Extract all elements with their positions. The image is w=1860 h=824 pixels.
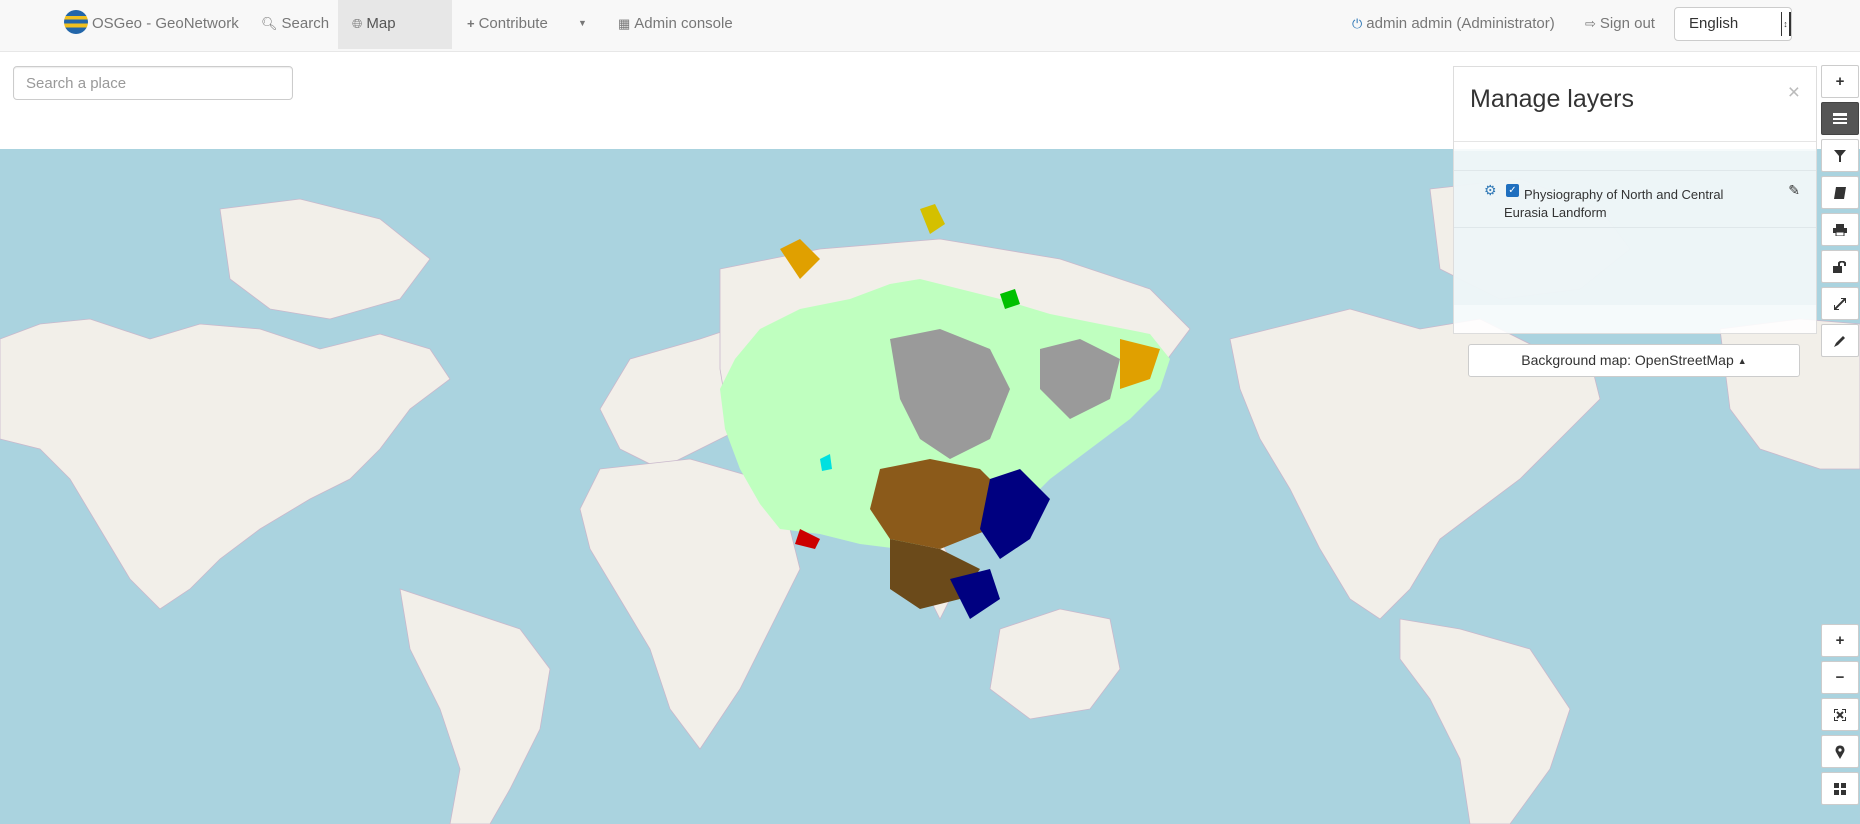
nav-contribute[interactable]: + Contribute <box>467 0 548 49</box>
grid-icon: ▦ <box>618 16 631 31</box>
user-label: admin admin (Administrator) <box>1366 15 1555 32</box>
layers-icon <box>1833 113 1847 125</box>
nav-admin-console[interactable]: ▦ Admin console <box>618 0 733 49</box>
location-icon <box>1835 745 1845 760</box>
contribute-dropdown-toggle[interactable]: ▼ <box>578 0 587 49</box>
zoom-in-button[interactable]: + <box>1821 624 1859 657</box>
sign-out-icon: ⇨ <box>1585 16 1596 31</box>
print-button[interactable] <box>1821 213 1859 246</box>
manage-layers-panel: Manage layers × ⚙︎ ✓ Physiography of Nor… <box>1453 66 1817 377</box>
filter-icon <box>1834 150 1846 163</box>
filter-button[interactable] <box>1821 139 1859 172</box>
nav-search-label: Search <box>281 15 330 32</box>
resize-icon <box>1833 297 1847 312</box>
sign-out-link[interactable]: ⇨ Sign out <box>1585 0 1655 49</box>
caret-down-icon: ▼ <box>578 18 587 28</box>
user-power-icon: ⏻︎ <box>1352 16 1363 31</box>
nav-map-label: Map <box>366 15 396 32</box>
pencil-icon <box>1834 336 1845 348</box>
gear-icon[interactable]: ⚙︎ <box>1484 182 1497 199</box>
language-select[interactable]: English ↕ <box>1674 7 1792 41</box>
zoom-out-icon: − <box>1835 669 1845 686</box>
plus-icon: + <box>1835 73 1845 90</box>
user-menu[interactable]: ⏻︎ admin admin (Administrator) <box>1352 0 1555 49</box>
paintbrush-icon[interactable]: ✎︎ <box>1788 182 1800 199</box>
annotations-button[interactable] <box>1821 324 1859 357</box>
grid-icon <box>1834 783 1846 796</box>
fullscreen-icon <box>1833 708 1847 723</box>
select-arrow-icon: ↕ <box>1781 12 1791 36</box>
nav-admin-console-label: Admin console <box>634 15 733 32</box>
plus-icon: + <box>467 16 475 31</box>
manage-layers-button[interactable] <box>1821 102 1859 135</box>
brand-label: OSGeo - GeoNetwork <box>92 15 239 32</box>
background-map-label: Background map: OpenStreetMap <box>1521 352 1734 368</box>
search-place-input[interactable] <box>13 66 293 100</box>
layer-list-header <box>1454 151 1816 171</box>
brand-link[interactable]: OSGeo - GeoNetwork <box>64 0 239 49</box>
contexts-button[interactable] <box>1821 176 1859 209</box>
measure-button[interactable] <box>1821 287 1859 320</box>
caret-up-icon: ▲ <box>1737 356 1747 366</box>
add-layer-button[interactable]: + <box>1821 65 1859 98</box>
panel-divider <box>1454 141 1816 142</box>
search-icon: 🔍︎ <box>261 16 278 31</box>
zoom-to-extent-button[interactable] <box>1821 698 1859 731</box>
zoom-in-icon: + <box>1835 632 1845 649</box>
geonetwork-logo-icon <box>64 10 88 35</box>
layer-item[interactable]: ⚙︎ ✓ Physiography of North and Central E… <box>1454 172 1816 228</box>
graticule-button[interactable] <box>1821 772 1859 805</box>
nav-contribute-label: Contribute <box>478 15 548 32</box>
top-navbar: OSGeo - GeoNetwork 🔍︎ Search 🌐︎ Map + Contr… <box>0 0 1860 52</box>
close-icon[interactable]: × <box>1788 81 1800 105</box>
background-map-button[interactable]: Background map: OpenStreetMap ▲ <box>1468 344 1800 377</box>
book-icon <box>1834 187 1846 200</box>
nav-search[interactable]: 🔍︎ Search <box>261 0 329 49</box>
print-icon <box>1833 224 1847 237</box>
language-value: English <box>1689 15 1739 32</box>
zoom-out-button[interactable]: − <box>1821 661 1859 694</box>
panel-title: Manage layers <box>1470 85 1634 113</box>
nav-map[interactable]: 🌐︎ Map <box>338 0 452 49</box>
my-location-button[interactable] <box>1821 735 1859 768</box>
unlock-icon <box>1833 260 1846 274</box>
layer-list: ⚙︎ ✓ Physiography of North and Central E… <box>1454 151 1816 377</box>
sign-out-label: Sign out <box>1599 15 1655 32</box>
globe-icon: 🌐︎ <box>352 16 363 31</box>
layer-name: Physiography of North and Central Eurasi… <box>1504 187 1724 220</box>
share-button[interactable] <box>1821 250 1859 283</box>
